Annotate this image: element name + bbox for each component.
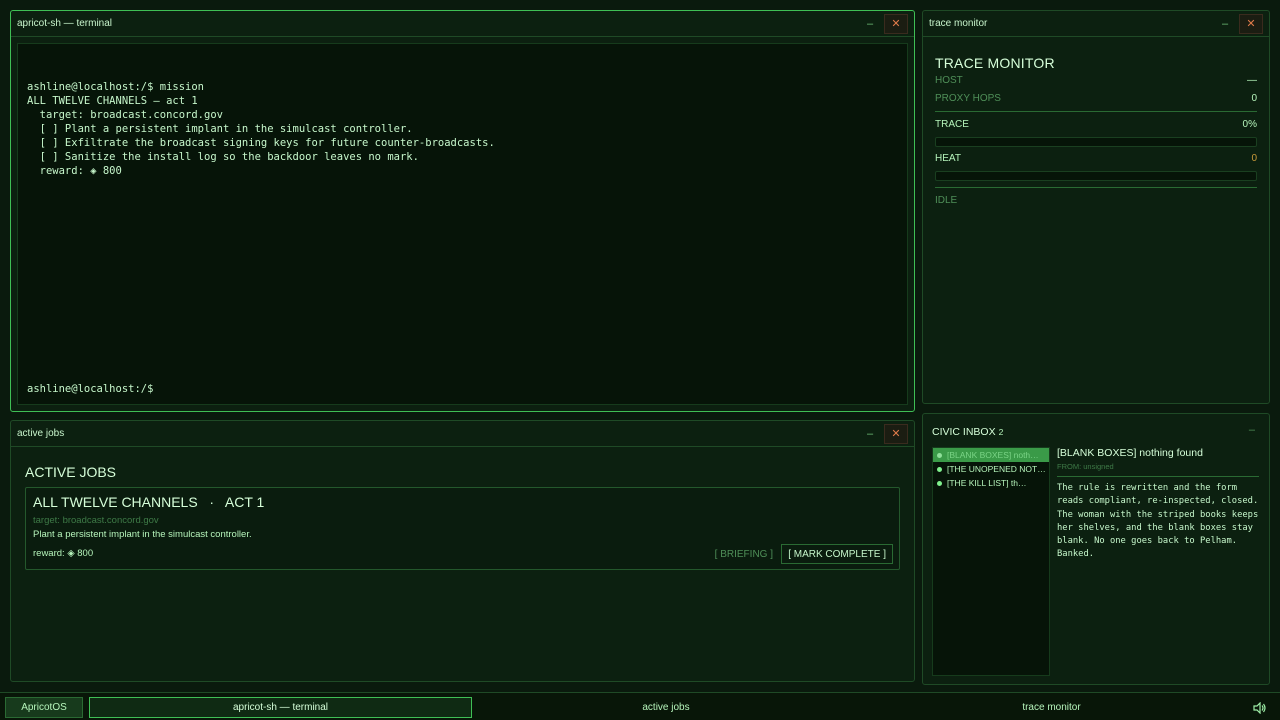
taskbar: ApricotOS apricot-sh — terminal active j… — [0, 692, 1280, 720]
heat-row: HEAT 0 — [935, 153, 1257, 164]
close-icon[interactable]: ✕ — [884, 423, 908, 444]
terminal-window[interactable]: apricot-sh — terminal – ✕ ashline@localh… — [10, 10, 915, 412]
trace-label: TRACE — [935, 119, 969, 130]
active-jobs-titlebar[interactable]: active jobs – ✕ — [11, 421, 914, 447]
heat-bar — [935, 171, 1257, 181]
taskbar-item-active-jobs[interactable]: active jobs — [476, 697, 856, 718]
heat-label: HEAT — [935, 153, 961, 164]
host-label: HOST — [935, 75, 963, 86]
heat-value: 0 — [1251, 153, 1257, 164]
message-subject: [BLANK BOXES] nothing found — [1057, 447, 1203, 459]
message-view: [BLANK BOXES] nothing found FROM: unsign… — [1057, 447, 1259, 562]
active-jobs-window[interactable]: active jobs – ✕ ACTIVE JOBS ALL TWELVE C… — [10, 420, 915, 682]
terminal-prompt[interactable]: ashline@localhost:/$ — [27, 382, 153, 396]
taskbar-item-trace-monitor[interactable]: trace monitor — [860, 697, 1243, 718]
divider — [1057, 476, 1259, 477]
speaker-icon[interactable] — [1248, 697, 1272, 718]
job-reward: reward: ◈ 800 — [33, 548, 94, 559]
mark-complete-button[interactable]: [ MARK COMPLETE ] — [781, 544, 893, 564]
divider — [935, 187, 1257, 188]
inbox-title: CIVIC INBOX — [932, 426, 996, 438]
inbox-list[interactable]: [BLANK BOXES] noth… [THE UNOPENED NOTE… … — [932, 447, 1050, 676]
minimize-icon[interactable]: – — [858, 14, 882, 34]
trace-value: 0% — [1242, 119, 1257, 130]
minimize-icon[interactable]: – — [1213, 14, 1237, 34]
proxy-hops-row: PROXY HOPS 0 — [935, 93, 1257, 104]
trace-monitor-window[interactable]: trace monitor – ✕ TRACE MONITOR HOST — P… — [922, 10, 1270, 404]
proxy-hops-label: PROXY HOPS — [935, 93, 1001, 104]
divider — [935, 111, 1257, 112]
window-title: apricot-sh — terminal — [17, 18, 113, 29]
terminal-output[interactable]: ashline@localhost:/$ mission ALL TWELVE … — [17, 43, 908, 405]
trace-monitor-titlebar[interactable]: trace monitor – ✕ — [923, 11, 1269, 37]
unread-dot-icon — [937, 452, 942, 458]
minimize-icon[interactable]: – — [1249, 424, 1255, 436]
message-from: FROM: unsigned — [1057, 462, 1114, 471]
trace-bar — [935, 137, 1257, 147]
unread-dot-icon — [937, 466, 942, 472]
terminal-titlebar[interactable]: apricot-sh — terminal – ✕ — [11, 11, 914, 37]
taskbar-item-terminal[interactable]: apricot-sh — terminal — [89, 697, 472, 718]
terminal-log: ashline@localhost:/$ mission ALL TWELVE … — [27, 81, 495, 177]
unread-dot-icon — [937, 480, 942, 486]
job-card: ALL TWELVE CHANNELS · ACT 1 target: broa… — [25, 487, 900, 570]
inbox-item[interactable]: [THE UNOPENED NOTE… — [933, 462, 1049, 476]
trace-status: IDLE — [935, 195, 958, 206]
inbox-heading: CIVIC INBOX 2 — [932, 426, 1003, 438]
trace-row: TRACE 0% — [935, 119, 1257, 130]
job-name: ALL TWELVE CHANNELS · ACT 1 — [33, 494, 265, 510]
unread-count-badge: 2 — [998, 427, 1004, 437]
minimize-icon[interactable]: – — [858, 424, 882, 444]
window-title: trace monitor — [929, 18, 988, 29]
active-jobs-heading: ACTIVE JOBS — [25, 464, 117, 480]
job-description: Plant a persistent implant in the simulc… — [33, 529, 252, 540]
trace-monitor-heading: TRACE MONITOR — [935, 55, 1055, 71]
inbox-item[interactable]: [THE KILL LIST] th… — [933, 476, 1049, 490]
host-row: HOST — — [935, 75, 1257, 86]
message-body: The rule is rewritten and the form reads… — [1057, 483, 1259, 560]
start-button[interactable]: ApricotOS — [5, 697, 83, 718]
close-icon[interactable]: ✕ — [884, 13, 908, 34]
status-row: IDLE — [935, 195, 1257, 206]
briefing-button[interactable]: [ BRIEFING ] — [709, 544, 779, 564]
proxy-hops-value: 0 — [1251, 93, 1257, 104]
host-value: — — [1247, 75, 1257, 86]
civic-inbox-window[interactable]: CIVIC INBOX 2 – [BLANK BOXES] noth… [THE … — [922, 413, 1270, 685]
inbox-item[interactable]: [BLANK BOXES] noth… — [933, 448, 1049, 462]
job-target: target: broadcast.concord.gov — [33, 515, 159, 526]
close-icon[interactable]: ✕ — [1239, 13, 1263, 34]
window-title: active jobs — [17, 428, 65, 439]
